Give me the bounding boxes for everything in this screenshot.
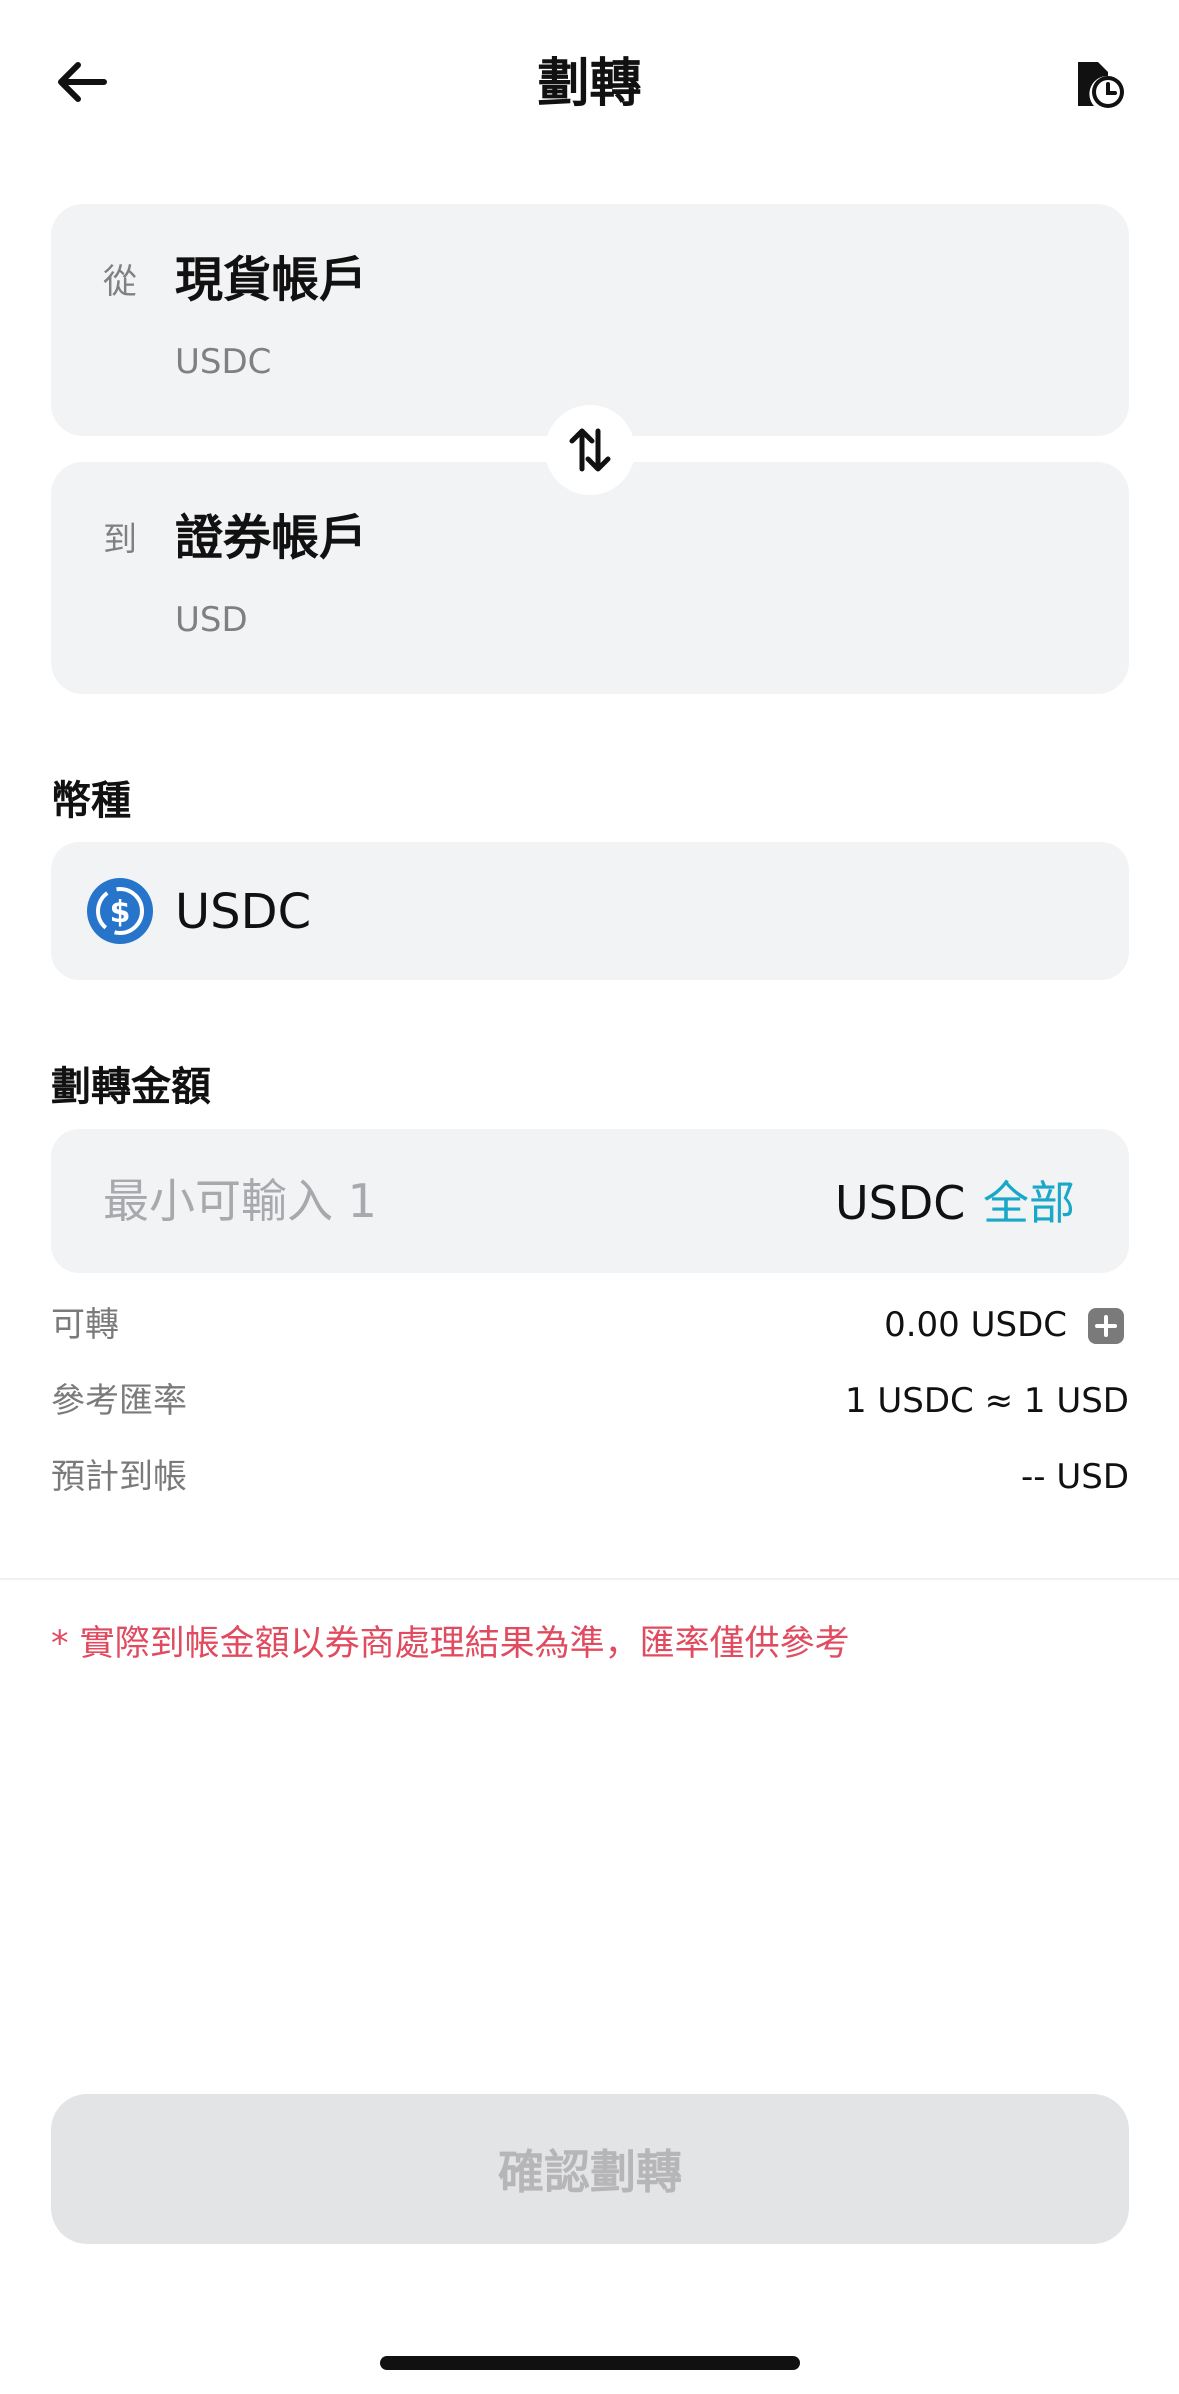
available-label: 可轉 bbox=[51, 1305, 119, 1345]
to-prefix: 到 bbox=[103, 520, 137, 560]
from-account-card[interactable]: 從 現貨帳戶 USDC bbox=[51, 204, 1129, 436]
coin-selector[interactable]: $ USDC bbox=[51, 842, 1129, 980]
rate-value: 1 USDC ≈ 1 USD bbox=[844, 1381, 1129, 1421]
rate-label: 參考匯率 bbox=[51, 1381, 187, 1421]
selected-coin: USDC bbox=[175, 884, 312, 940]
page-title: 劃轉 bbox=[537, 54, 642, 114]
coin-section-label: 幣種 bbox=[51, 778, 131, 824]
all-amount-button[interactable]: 全部 bbox=[983, 1173, 1075, 1233]
amount-section-label: 劃轉金額 bbox=[51, 1064, 211, 1110]
from-prefix: 從 bbox=[103, 262, 137, 302]
svg-text:$: $ bbox=[110, 895, 131, 930]
disclaimer-notice: * 實際到帳金額以券商處理結果為準，匯率僅供參考 bbox=[51, 1624, 850, 1664]
from-account-name: 現貨帳戶 bbox=[175, 252, 368, 308]
confirm-transfer-button[interactable]: 確認劃轉 bbox=[51, 2094, 1129, 2244]
to-account-card[interactable]: 到 證券帳戶 USD bbox=[51, 462, 1129, 694]
amount-unit: USDC bbox=[835, 1176, 966, 1230]
transfer-history-icon bbox=[1078, 62, 1124, 108]
amount-field-container: USDC 全部 bbox=[51, 1129, 1129, 1273]
home-indicator bbox=[380, 2356, 800, 2370]
transfer-history-button[interactable] bbox=[1070, 56, 1128, 112]
to-account-name: 證券帳戶 bbox=[175, 510, 368, 566]
to-account-currency: USD bbox=[175, 600, 248, 640]
amount-input[interactable] bbox=[103, 1169, 703, 1233]
add-funds-button[interactable] bbox=[1088, 1308, 1124, 1344]
from-account-currency: USDC bbox=[175, 342, 272, 382]
expected-label: 預計到帳 bbox=[51, 1457, 187, 1497]
swap-vertical-icon bbox=[569, 428, 611, 472]
divider bbox=[0, 1578, 1179, 1580]
usdc-coin-icon: $ bbox=[87, 878, 153, 944]
available-value: 0.00 USDC bbox=[884, 1305, 1067, 1345]
swap-accounts-button[interactable] bbox=[545, 405, 635, 495]
plus-icon bbox=[1095, 1315, 1117, 1337]
expected-value: -- USD bbox=[1021, 1457, 1129, 1497]
